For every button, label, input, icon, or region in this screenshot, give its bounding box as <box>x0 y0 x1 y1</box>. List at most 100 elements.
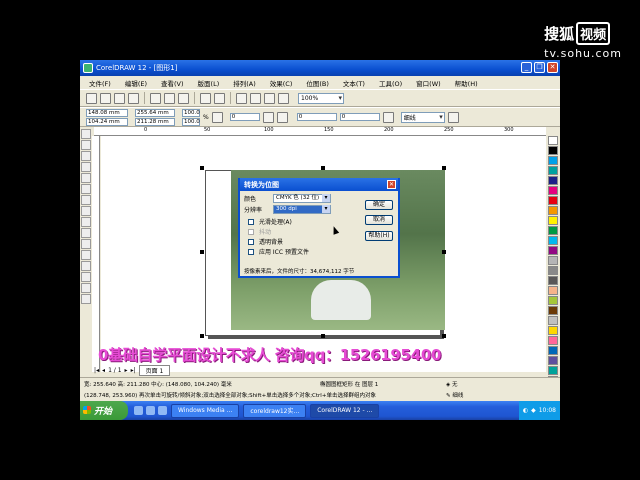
ok-button[interactable]: 确定 <box>365 200 393 210</box>
help-button[interactable]: 帮助(H) <box>365 231 393 241</box>
mirror-h-icon[interactable] <box>262 111 274 123</box>
save-icon[interactable] <box>114 92 125 104</box>
task-coreldraw[interactable]: CorelDRAW 12 - ... <box>310 403 380 418</box>
palette-swatch[interactable] <box>548 296 558 305</box>
tray-icon[interactable]: ◐ <box>523 407 528 414</box>
palette-swatch[interactable] <box>548 266 558 275</box>
selection-handle[interactable] <box>442 334 446 338</box>
restore-button[interactable]: ❐ <box>534 62 545 73</box>
palette-swatch[interactable] <box>548 236 558 245</box>
menu-arrange[interactable]: 排列(A) <box>228 78 265 88</box>
selection-handle[interactable] <box>442 166 446 170</box>
ie-icon[interactable] <box>134 406 143 415</box>
scale-x-field[interactable]: 100.0 <box>182 108 200 117</box>
outline-width-select[interactable]: 细线 <box>400 111 445 123</box>
corel-online-icon[interactable] <box>278 92 289 104</box>
menu-layout[interactable]: 版面(L) <box>193 78 229 88</box>
palette-swatch[interactable] <box>548 206 558 215</box>
open-icon[interactable] <box>100 92 111 104</box>
palette-swatch[interactable] <box>548 316 558 325</box>
basic-shapes-icon[interactable] <box>81 228 91 238</box>
transparent-checkbox[interactable] <box>248 238 254 245</box>
zoom-tool-icon[interactable] <box>81 162 91 172</box>
outline-tool-icon[interactable] <box>81 272 91 282</box>
minimize-button[interactable]: _ <box>521 62 532 73</box>
next-page-icon[interactable]: ▸ <box>125 367 128 374</box>
cut-icon[interactable] <box>150 92 161 104</box>
app-launcher-icon[interactable] <box>264 92 275 104</box>
palette-swatch[interactable] <box>548 216 558 225</box>
media-player-icon[interactable] <box>146 406 155 415</box>
new-icon[interactable] <box>86 92 97 104</box>
task-media-player[interactable]: Windows Media ... <box>171 403 240 418</box>
selection-handle[interactable] <box>200 166 204 170</box>
menu-window[interactable]: 窗口(W) <box>411 78 450 88</box>
dialog-close-button[interactable]: ✕ <box>387 180 396 189</box>
antialias-checkbox[interactable] <box>248 218 254 225</box>
copy-icon[interactable] <box>164 92 175 104</box>
close-button[interactable]: ✕ <box>547 62 558 73</box>
import-icon[interactable] <box>236 92 247 104</box>
palette-swatch[interactable] <box>548 146 558 155</box>
icc-option[interactable]: 应用 ICC 预置文件 <box>248 247 309 256</box>
palette-swatch[interactable] <box>548 276 558 285</box>
scale-y-field[interactable]: 100.0 <box>182 117 200 126</box>
icc-checkbox[interactable] <box>248 248 254 255</box>
interactive-fill-icon[interactable] <box>81 294 91 304</box>
menu-edit[interactable]: 编辑(E) <box>120 78 156 88</box>
resolution-select[interactable]: 300 dpi <box>273 205 331 214</box>
palette-swatch[interactable] <box>548 286 558 295</box>
antialias-option[interactable]: 光滑处理(A) <box>248 217 292 226</box>
palette-swatch[interactable] <box>548 256 558 265</box>
palette-swatch[interactable] <box>548 176 558 185</box>
color-select[interactable]: CMYK 色 (32 位) <box>273 194 331 203</box>
palette-swatch[interactable] <box>548 166 558 175</box>
pick-tool-icon[interactable] <box>81 129 91 139</box>
palette-swatch[interactable] <box>548 196 558 205</box>
palette-swatch[interactable] <box>548 336 558 345</box>
wrap-text-icon[interactable] <box>382 111 394 123</box>
menu-help[interactable]: 帮助(H) <box>450 78 487 88</box>
first-page-icon[interactable]: |◂ <box>94 367 99 374</box>
palette-swatch[interactable] <box>548 356 558 365</box>
corner-field-1[interactable]: 0 <box>296 113 337 121</box>
paste-icon[interactable] <box>178 92 189 104</box>
menu-text[interactable]: 文本(T) <box>338 78 374 88</box>
text-tool-icon[interactable] <box>81 239 91 249</box>
print-icon[interactable] <box>128 92 139 104</box>
to-curves-icon[interactable] <box>447 111 459 123</box>
menu-file[interactable]: 文件(F) <box>84 78 120 88</box>
ellipse-tool-icon[interactable] <box>81 206 91 216</box>
page-tab-1[interactable]: 页面 1 <box>138 365 171 376</box>
menu-bitmaps[interactable]: 位图(B) <box>301 78 338 88</box>
crop-tool-icon[interactable] <box>81 151 91 161</box>
y-field[interactable]: 104.24 mm <box>86 117 128 126</box>
task-coreldraw-tutorial[interactable]: coreldraw12实... <box>243 403 307 418</box>
polygon-tool-icon[interactable] <box>81 217 91 227</box>
tray-icon[interactable]: ◆ <box>531 407 536 414</box>
selection-handle[interactable] <box>200 334 204 338</box>
palette-swatch[interactable] <box>548 326 558 335</box>
width-field[interactable]: 255.64 mm <box>135 108 175 117</box>
freehand-tool-icon[interactable] <box>81 173 91 183</box>
palette-swatch[interactable] <box>548 226 558 235</box>
shape-tool-icon[interactable] <box>81 140 91 150</box>
fill-tool-icon[interactable] <box>81 283 91 293</box>
palette-swatch[interactable] <box>548 306 558 315</box>
selection-handle[interactable] <box>200 250 204 254</box>
zoom-select[interactable]: 100% <box>298 92 344 104</box>
x-field[interactable]: 148.08 mm <box>86 108 128 117</box>
selection-handle[interactable] <box>321 166 325 170</box>
cancel-button[interactable]: 取消 <box>365 215 393 225</box>
palette-swatch[interactable] <box>548 186 558 195</box>
start-button[interactable]: 开始 <box>80 401 128 420</box>
menu-effects[interactable]: 效果(C) <box>265 78 302 88</box>
palette-swatch[interactable] <box>548 136 558 145</box>
prev-page-icon[interactable]: ◂ <box>102 367 105 374</box>
lock-ratio-icon[interactable] <box>211 111 223 123</box>
show-desktop-icon[interactable] <box>158 406 167 415</box>
palette-swatch[interactable] <box>548 156 558 165</box>
mirror-v-icon[interactable] <box>276 111 288 123</box>
angle-field[interactable]: 0 <box>229 113 260 121</box>
transparent-option[interactable]: 透明背景 <box>248 237 283 246</box>
